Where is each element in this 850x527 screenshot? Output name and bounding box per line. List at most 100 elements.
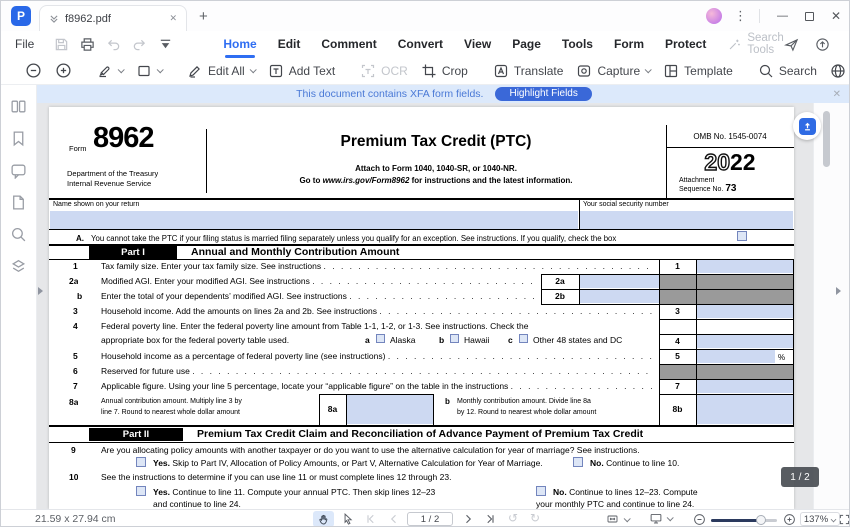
presentation-mode-button[interactable] (649, 512, 672, 525)
vertical-scrollbar-thumb[interactable] (823, 111, 830, 167)
entry-field-8a[interactable] (346, 395, 433, 424)
save-icon[interactable] (54, 37, 69, 52)
entry-field-4[interactable] (696, 335, 793, 348)
document-tab[interactable]: f8962.pdf ✕ (39, 5, 187, 31)
share-icon[interactable] (784, 37, 799, 52)
attachments-icon[interactable] (10, 194, 27, 211)
select-tool-button[interactable] (341, 512, 354, 526)
alaska-checkbox[interactable] (376, 334, 385, 343)
line9-yes-checkbox[interactable] (136, 457, 146, 467)
menu-tab-convert[interactable]: Convert (398, 37, 443, 51)
entry-num-5: 5 (659, 351, 696, 361)
zoom-in-button[interactable] (55, 62, 72, 79)
menu-tab-edit[interactable]: Edit (278, 37, 301, 51)
close-button[interactable]: ✕ (831, 9, 841, 23)
right-panel-expand-arrow[interactable] (836, 287, 841, 295)
more-tools-icon[interactable] (158, 37, 173, 52)
form-word: Form (69, 143, 87, 154)
entry-field-7[interactable] (696, 380, 793, 393)
print-icon[interactable] (80, 37, 95, 52)
left-panel-expand-arrow[interactable] (38, 287, 43, 295)
line-a-text: You cannot take the PTC if your filing s… (91, 233, 733, 244)
line10-yes-checkbox[interactable] (136, 486, 146, 496)
menu-tab-protect[interactable]: Protect (665, 37, 706, 51)
translate-button[interactable]: Translate (493, 63, 564, 79)
line9-no-checkbox[interactable] (573, 457, 583, 467)
layers-icon[interactable] (10, 258, 27, 275)
edit-all-button[interactable]: Edit All (187, 63, 255, 79)
line4-num: 4 (73, 321, 78, 332)
menu-tab-page[interactable]: Page (512, 37, 541, 51)
app-logo-icon[interactable]: P (11, 6, 31, 26)
previous-page-button[interactable] (388, 513, 400, 525)
redo-icon[interactable] (132, 37, 147, 52)
zoom-out-button[interactable] (25, 62, 42, 79)
vertical-scrollbar-track[interactable] (813, 103, 850, 509)
shapes-button[interactable] (136, 63, 162, 79)
rotate-left-icon[interactable]: ↺ (508, 511, 518, 525)
search-tools[interactable]: Search Tools (728, 32, 783, 56)
more-menu-icon[interactable]: ⋮ (734, 8, 747, 24)
entry-field-8b[interactable] (696, 395, 793, 424)
crop-button[interactable]: Crop (421, 63, 468, 79)
hand-tool-button[interactable] (313, 511, 334, 527)
cloud-upload-icon[interactable] (815, 37, 830, 52)
floating-translate-button[interactable] (793, 112, 821, 140)
thumbnails-icon[interactable] (10, 98, 27, 115)
line8b-text1: Monthly contribution amount. Divide line… (457, 397, 655, 407)
last-page-button[interactable] (484, 513, 496, 525)
menu-tab-comment[interactable]: Comment (321, 37, 376, 51)
template-button[interactable]: Template (663, 63, 733, 79)
zoom-out-slider-button[interactable] (693, 513, 706, 526)
zoom-level-dropdown[interactable]: 137% (800, 512, 840, 526)
highlight-fields-button[interactable]: Highlight Fields (495, 87, 591, 101)
entry-num-7: 7 (659, 381, 696, 391)
new-tab-button[interactable]: + (199, 8, 208, 25)
wikipedia-button[interactable]: Wikipedia (830, 63, 850, 79)
menu-tab-view[interactable]: View (464, 37, 491, 51)
other-states-checkbox[interactable] (519, 334, 528, 343)
menu-tab-tools[interactable]: Tools (562, 37, 593, 51)
menu-tab-home[interactable]: Home (223, 37, 256, 51)
document-area[interactable]: Form 8962 Department of the Treasury Int… (37, 103, 850, 509)
entry-field-2a[interactable] (579, 275, 659, 288)
first-page-button[interactable] (365, 513, 377, 525)
line-a-checkbox[interactable] (737, 231, 747, 241)
line10-yes-text2: and continue to line 24. (153, 499, 241, 509)
rotate-right-icon[interactable]: ↻ (530, 511, 540, 525)
fullscreen-button[interactable] (839, 514, 850, 525)
line9-text: Are you allocating policy amounts with a… (101, 445, 791, 456)
zoom-in-slider-button[interactable] (783, 513, 796, 526)
entry-field-5[interactable] (696, 350, 775, 363)
entry-field-3[interactable] (696, 305, 793, 318)
hawaii-checkbox[interactable] (450, 334, 459, 343)
line1-text: Tax family size. Enter your tax family s… (101, 261, 655, 272)
fit-width-button[interactable] (605, 513, 629, 525)
add-text-button[interactable]: Add Text (268, 63, 335, 79)
undo-icon[interactable] (106, 37, 121, 52)
comments-icon[interactable] (10, 162, 27, 179)
entry-field-1[interactable] (696, 260, 793, 273)
tab-close-icon[interactable]: ✕ (169, 13, 177, 24)
capture-caret-icon (645, 66, 652, 73)
next-page-button[interactable] (462, 513, 474, 525)
capture-button[interactable]: Capture (576, 63, 650, 79)
name-input-field[interactable] (50, 211, 578, 229)
ssn-input-field[interactable] (580, 211, 793, 229)
menu-tab-form[interactable]: Form (614, 37, 644, 51)
page-number-input[interactable]: 1 / 2 (407, 512, 453, 526)
search-panel-icon[interactable] (10, 226, 27, 243)
user-avatar[interactable] (706, 8, 722, 24)
maximize-button[interactable] (805, 12, 814, 21)
notification-close-icon[interactable]: ✕ (833, 89, 841, 100)
bookmarks-icon[interactable] (10, 130, 27, 147)
collapse-toolbar-icon[interactable] (846, 37, 850, 51)
highlighter-button[interactable] (97, 63, 123, 79)
entry-field-2b[interactable] (579, 290, 659, 303)
line10-no-checkbox[interactable] (536, 486, 546, 496)
minimize-button[interactable]: — (777, 10, 788, 22)
zoom-slider-thumb[interactable] (756, 515, 766, 525)
menu-file[interactable]: File (15, 37, 34, 51)
ocr-button[interactable]: OCR (360, 63, 408, 79)
search-button[interactable]: Search (758, 63, 817, 79)
